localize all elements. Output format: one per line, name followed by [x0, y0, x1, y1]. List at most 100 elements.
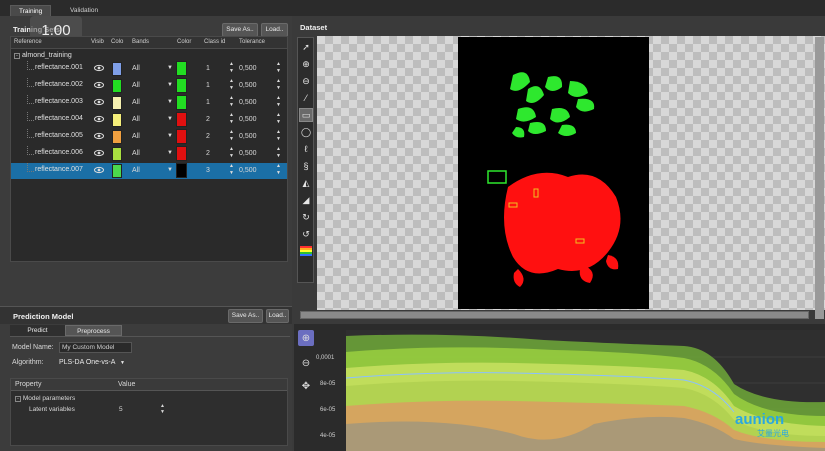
row-bands[interactable]: All — [132, 116, 140, 123]
class-id[interactable]: 2 — [206, 133, 210, 140]
tolerance-value[interactable]: 0,500 — [239, 133, 257, 140]
pan-icon[interactable]: ✥ — [298, 378, 314, 394]
tolerance-value[interactable]: 0,500 — [239, 82, 257, 89]
model-save-as-button[interactable]: Save As.. — [228, 309, 263, 323]
pointer-icon[interactable]: ➚ — [299, 40, 313, 54]
chevron-down-icon[interactable]: ▼ — [167, 116, 173, 122]
table-row[interactable]: reflectance.002 All ▼ 1 ▲ ▼ 0,500 ▲ ▼ — [11, 78, 287, 94]
rotate-ccw-icon[interactable]: ↺ — [299, 227, 313, 241]
training-save-as-button[interactable]: Save As.. — [222, 23, 258, 37]
vertical-scrollbar[interactable] — [815, 37, 824, 319]
tab-preprocess[interactable]: Preprocess — [65, 325, 122, 336]
spinner-icon[interactable]: ▲ ▼ — [276, 112, 281, 126]
spinner-icon[interactable]: ▲ ▼ — [229, 129, 234, 143]
row-swatch[interactable] — [112, 79, 122, 93]
spinner-icon[interactable]: ▲ ▼ — [229, 112, 234, 126]
spinner-icon[interactable]: ▲ ▼ — [276, 61, 281, 75]
class-id[interactable]: 1 — [206, 82, 210, 89]
table-row[interactable]: reflectance.004 All ▼ 2 ▲ ▼ 0,500 ▲ ▼ — [11, 112, 287, 128]
tab-predict[interactable]: Predict — [10, 325, 65, 336]
row-swatch[interactable] — [112, 164, 122, 178]
table-row[interactable]: reflectance.007 All ▼ 3 ▲ ▼ 0,500 ▲ ▼ — [11, 163, 287, 179]
eye-icon[interactable] — [94, 148, 104, 158]
spinner-icon[interactable]: ▲ ▼ — [276, 78, 281, 92]
table-row[interactable]: reflectance.003 All ▼ 1 ▲ ▼ 0,500 ▲ ▼ — [11, 95, 287, 111]
spectra-plot[interactable]: 0,0001 8e-05 6e-05 4e-05 — [294, 324, 825, 451]
flip-horizontal-icon[interactable]: ◭ — [299, 176, 313, 190]
tab-validation[interactable]: Validation — [62, 5, 106, 16]
row-bands[interactable]: All — [132, 167, 140, 174]
chevron-down-icon[interactable]: ▼ — [167, 133, 173, 139]
chevron-down-icon[interactable]: ▼ — [167, 99, 173, 105]
tolerance-value[interactable]: 0,500 — [239, 116, 257, 123]
eye-icon[interactable] — [94, 114, 104, 124]
chevron-down-icon[interactable]: ▼ — [167, 82, 173, 88]
horizontal-scrollbar[interactable] — [300, 311, 809, 319]
row-swatch[interactable] — [112, 147, 122, 161]
spinner-icon[interactable]: ▲ ▼ — [160, 403, 165, 415]
table-row[interactable]: reflectance.006 All ▼ 2 ▲ ▼ 0,500 ▲ ▼ — [11, 146, 287, 162]
tab-training[interactable]: Training — [10, 5, 52, 16]
wand-icon[interactable]: ⁄ — [299, 91, 313, 105]
class-color-swatch[interactable] — [176, 146, 187, 161]
spinner-icon[interactable]: ▲ ▼ — [276, 146, 281, 160]
lasso-icon[interactable]: ℓ — [299, 142, 313, 156]
class-id[interactable]: 1 — [206, 99, 210, 106]
rectangle-select-icon[interactable]: ▭ — [299, 108, 313, 122]
chevron-down-icon[interactable]: ▼ — [167, 65, 173, 71]
tree-root[interactable]: - almond_training — [14, 52, 72, 59]
param-value[interactable]: 5 — [119, 406, 123, 413]
class-id[interactable]: 1 — [206, 65, 210, 72]
spinner-icon[interactable]: ▲ ▼ — [276, 95, 281, 109]
row-bands[interactable]: All — [132, 99, 140, 106]
table-row[interactable]: reflectance.001 All ▼ 1 ▲ ▼ 0,500 ▲ ▼ — [11, 61, 287, 77]
zoom-in-icon[interactable]: ⊕ — [298, 330, 314, 346]
rotate-cw-icon[interactable]: ↻ — [299, 210, 313, 224]
table-row[interactable]: reflectance.005 All ▼ 2 ▲ ▼ 0,500 ▲ ▼ — [11, 129, 287, 145]
row-bands[interactable]: All — [132, 82, 140, 89]
classified-image[interactable] — [458, 37, 649, 309]
flip-vertical-icon[interactable]: ◢ — [299, 193, 313, 207]
class-color-swatch[interactable] — [176, 112, 187, 127]
row-swatch[interactable] — [112, 96, 122, 110]
model-name-input[interactable]: My Custom Model — [59, 342, 132, 353]
row-swatch[interactable] — [112, 130, 122, 144]
model-load-button[interactable]: Load.. — [266, 309, 289, 323]
eye-icon[interactable] — [94, 131, 104, 141]
eye-icon[interactable] — [94, 165, 104, 175]
palette-icon[interactable] — [299, 244, 313, 258]
class-id[interactable]: 2 — [206, 150, 210, 157]
class-id[interactable]: 2 — [206, 116, 210, 123]
training-load-button[interactable]: Load.. — [261, 23, 288, 37]
zoom-out-icon[interactable]: ⊖ — [298, 355, 314, 371]
spinner-icon[interactable]: ▲ ▼ — [229, 163, 234, 177]
spinner-icon[interactable]: ▲ ▼ — [229, 78, 234, 92]
spinner-icon[interactable]: ▲ ▼ — [229, 61, 234, 75]
spinner-icon[interactable]: ▲ ▼ — [276, 163, 281, 177]
ellipse-select-icon[interactable]: ◯ — [299, 125, 313, 139]
zoom-in-icon[interactable]: ⊕ — [299, 57, 313, 71]
row-bands[interactable]: All — [132, 133, 140, 140]
eye-icon[interactable] — [94, 80, 104, 90]
group-row[interactable]: - Model parameters — [15, 395, 75, 402]
row-swatch[interactable] — [112, 62, 122, 76]
class-color-swatch[interactable] — [176, 163, 187, 178]
tolerance-value[interactable]: 0,500 — [239, 150, 257, 157]
class-color-swatch[interactable] — [176, 61, 187, 76]
class-color-swatch[interactable] — [176, 95, 187, 110]
class-color-swatch[interactable] — [176, 78, 187, 93]
spinner-icon[interactable]: ▲ ▼ — [276, 129, 281, 143]
spinner-icon[interactable]: ▲ ▼ — [229, 146, 234, 160]
collapse-icon[interactable]: - — [15, 396, 21, 402]
chevron-down-icon[interactable]: ▼ — [167, 150, 173, 156]
algorithm-select[interactable]: PLS-DA One-vs-A ▼ — [59, 358, 137, 369]
tolerance-value[interactable]: 0,500 — [239, 65, 257, 72]
chevron-down-icon[interactable]: ▼ — [167, 167, 173, 173]
spinner-icon[interactable]: ▲ ▼ — [229, 95, 234, 109]
row-bands[interactable]: All — [132, 65, 140, 72]
collapse-icon[interactable]: - — [14, 53, 20, 59]
row-bands[interactable]: All — [132, 150, 140, 157]
freehand-icon[interactable]: § — [299, 159, 313, 173]
tolerance-value[interactable]: 0,500 — [239, 167, 257, 174]
class-color-swatch[interactable] — [176, 129, 187, 144]
